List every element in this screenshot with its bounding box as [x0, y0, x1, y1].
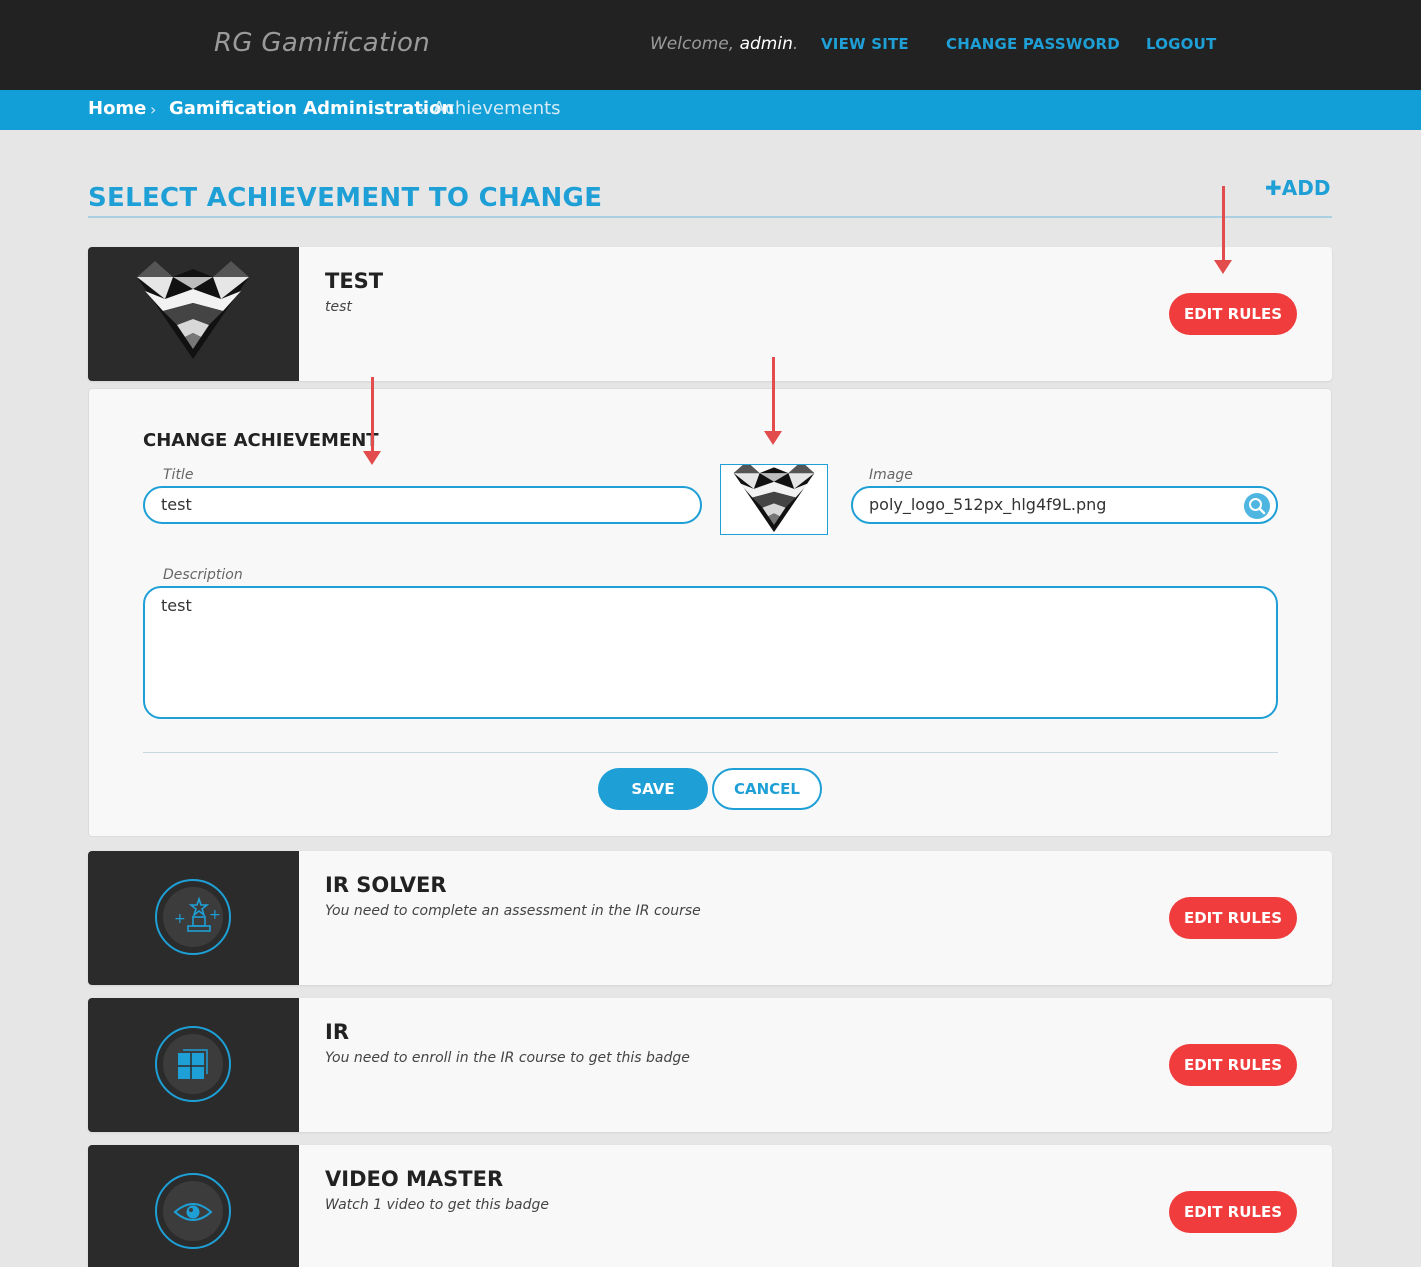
- achievement-description: Watch 1 video to get this badge: [325, 1197, 550, 1213]
- view-site-link[interactable]: VIEW SITE: [821, 35, 909, 53]
- breadcrumb-separator: ›: [150, 100, 157, 119]
- image-preview: [720, 461, 828, 535]
- edit-rules-button[interactable]: EDIT RULES: [1169, 1191, 1297, 1233]
- achievement-title: IR SOLVER: [325, 873, 447, 897]
- achievement-description: You need to enroll in the IR course to g…: [325, 1050, 690, 1066]
- logout-link[interactable]: LOGOUT: [1146, 35, 1216, 53]
- welcome-suffix: .: [792, 34, 799, 54]
- change-achievement-panel: CHANGE ACHIEVEMENT Title test Image poly…: [88, 388, 1332, 837]
- panel-divider: [143, 752, 1278, 753]
- annotation-arrow: [1214, 186, 1232, 274]
- trophy-badge-icon: + +: [155, 879, 231, 955]
- achievement-thumbnail: + +: [88, 851, 299, 985]
- annotation-arrow: [363, 377, 381, 465]
- achievement-card-ir-solver: + + IR SOLVER You need to complete an as…: [88, 851, 1332, 985]
- title-label: Title: [163, 467, 194, 483]
- achievement-description: You need to complete an assessment in th…: [325, 903, 701, 919]
- description-textarea[interactable]: test: [143, 586, 1278, 719]
- achievement-title: VIDEO MASTER: [325, 1167, 504, 1191]
- annotation-arrow: [764, 357, 782, 445]
- achievement-title: TEST: [325, 269, 384, 293]
- achievement-thumbnail: [88, 247, 299, 381]
- achievement-card-ir: IR You need to enroll in the IR course t…: [88, 998, 1332, 1132]
- cancel-button[interactable]: CANCEL: [712, 768, 822, 810]
- achievement-thumbnail: [88, 998, 299, 1132]
- save-button[interactable]: SAVE: [598, 768, 708, 810]
- title-divider: [88, 216, 1332, 218]
- breadcrumb: Home › Gamification Administration › Ach…: [0, 90, 1421, 130]
- username: admin: [739, 34, 793, 54]
- add-button[interactable]: ✚ADD: [1265, 176, 1330, 200]
- brand-title: RG Gamification: [214, 28, 431, 58]
- image-filename: poly_logo_512px_hlg4f9L.png: [869, 495, 1107, 514]
- breadcrumb-separator: ›: [419, 100, 426, 119]
- window-badge-icon: [155, 1026, 231, 1102]
- panel-heading: CHANGE ACHIEVEMENT: [143, 430, 379, 451]
- achievement-title: IR: [325, 1020, 349, 1044]
- welcome-text: Welcome, admin.: [650, 34, 798, 54]
- top-header: RG Gamification Welcome, admin. VIEW SIT…: [0, 0, 1421, 90]
- achievement-description: test: [325, 299, 352, 315]
- achievement-thumbnail: [88, 1145, 299, 1267]
- poly-logo-image: [733, 461, 815, 533]
- edit-rules-button[interactable]: EDIT RULES: [1169, 293, 1297, 335]
- poly-logo-image: [137, 261, 249, 359]
- plus-icon: ✚: [1265, 176, 1282, 200]
- page-title: SELECT ACHIEVEMENT TO CHANGE: [88, 183, 603, 213]
- breadcrumb-gamification-admin[interactable]: Gamification Administration: [169, 98, 454, 119]
- add-label: ADD: [1281, 176, 1331, 200]
- search-icon[interactable]: [1244, 493, 1270, 519]
- description-label: Description: [163, 567, 243, 583]
- edit-rules-button[interactable]: EDIT RULES: [1169, 1044, 1297, 1086]
- achievement-card-test: TEST test EDIT RULES: [88, 247, 1332, 381]
- welcome-prefix: Welcome,: [650, 34, 740, 54]
- eye-badge-icon: [155, 1173, 231, 1249]
- achievement-card-video-master: VIDEO MASTER Watch 1 video to get this b…: [88, 1145, 1332, 1267]
- breadcrumb-current: Achievements: [433, 98, 561, 119]
- change-password-link[interactable]: CHANGE PASSWORD: [946, 35, 1120, 53]
- edit-rules-button[interactable]: EDIT RULES: [1169, 897, 1297, 939]
- title-input[interactable]: test: [143, 486, 702, 524]
- breadcrumb-home[interactable]: Home: [88, 98, 146, 119]
- image-label: Image: [869, 467, 913, 483]
- svg-text:+: +: [209, 907, 221, 923]
- svg-text:+: +: [174, 911, 186, 927]
- image-input[interactable]: poly_logo_512px_hlg4f9L.png: [851, 486, 1278, 524]
